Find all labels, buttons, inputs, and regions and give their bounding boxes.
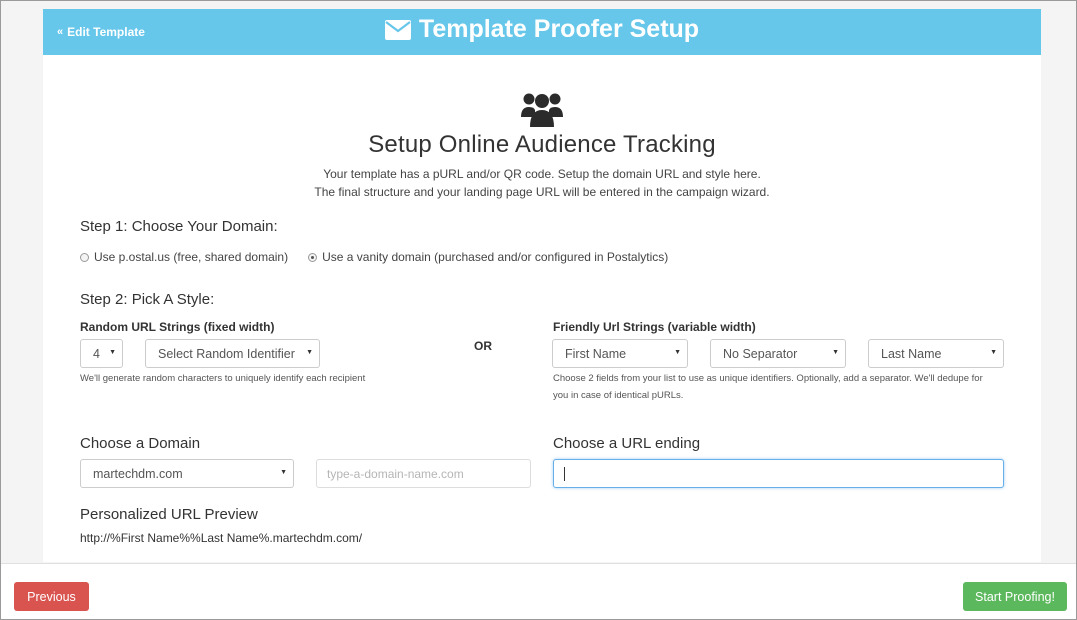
friendly-strings-label: Friendly Url Strings (variable width) (553, 320, 756, 334)
text-cursor (564, 466, 565, 481)
radio-vanity-dot[interactable] (308, 252, 318, 262)
previous-button[interactable]: Previous (14, 582, 89, 611)
setup-panel: « Edit Template Template Proofer Setup S… (43, 9, 1041, 562)
chevron-down-icon: ▼ (306, 349, 313, 356)
intro-line-2: The final structure and your landing pag… (314, 185, 770, 199)
chevron-down-icon: ▼ (674, 349, 681, 356)
choose-domain-title: Choose a Domain (80, 435, 201, 452)
friendly-field2-value: Last Name (881, 346, 942, 361)
radio-shared-domain[interactable]: Use p.ostal.us (free, shared domain) (80, 250, 288, 264)
page-title: Template Proofer Setup (43, 15, 1041, 44)
footer-bar: Previous Start Proofing! (1, 563, 1076, 619)
chevron-down-icon: ▼ (280, 469, 287, 476)
random-length-select[interactable]: 4 ▼ (80, 339, 123, 368)
friendly-strings-help: Choose 2 fields from your list to use as… (553, 370, 983, 404)
url-ending-input[interactable] (553, 459, 1004, 488)
url-preview-title: Personalized URL Preview (80, 506, 258, 523)
users-group-icon (521, 91, 563, 132)
domain-select[interactable]: martechdm.com ▼ (80, 459, 294, 488)
domain-type-radios: Use p.ostal.us (free, shared domain) Use… (80, 250, 668, 264)
step1-title: Step 1: Choose Your Domain: (80, 218, 278, 235)
custom-domain-input[interactable]: type-a-domain-name.com (316, 459, 531, 488)
separator-value: No Separator (723, 346, 798, 361)
url-preview-value: http://%First Name%%Last Name%.martechdm… (80, 531, 363, 545)
friendly-field1-select[interactable]: First Name ▼ (552, 339, 688, 368)
custom-domain-placeholder: type-a-domain-name.com (327, 466, 464, 481)
choose-url-ending-title: Choose a URL ending (553, 435, 701, 452)
start-proofing-button[interactable]: Start Proofing! (963, 582, 1067, 611)
page-title-text: Template Proofer Setup (418, 15, 700, 43)
random-identifier-value: Select Random Identifier (158, 346, 295, 361)
radio-shared-label: Use p.ostal.us (free, shared domain) (94, 250, 289, 264)
radio-vanity-domain[interactable]: Use a vanity domain (purchased and/or co… (308, 250, 668, 264)
chevron-down-icon: ▼ (832, 349, 839, 356)
envelope-icon (384, 19, 411, 40)
intro-line-1: Your template has a pURL and/or QR code.… (323, 167, 761, 181)
header-bar: « Edit Template Template Proofer Setup (43, 9, 1041, 55)
separator-select[interactable]: No Separator ▼ (710, 339, 846, 368)
random-strings-help: We'll generate random characters to uniq… (80, 373, 366, 384)
section-heading: Setup Online Audience Tracking (368, 131, 716, 158)
friendly-field2-select[interactable]: Last Name ▼ (868, 339, 1004, 368)
or-separator: OR (474, 339, 492, 353)
chevron-down-icon: ▼ (109, 349, 116, 356)
friendly-help-line-2: you in case of identical pURLs. (553, 390, 684, 401)
random-length-value: 4 (93, 346, 100, 361)
step2-title: Step 2: Pick A Style: (80, 291, 215, 308)
chevron-down-icon: ▼ (990, 349, 997, 356)
friendly-help-line-1: Choose 2 fields from your list to use as… (553, 373, 983, 384)
radio-shared-dot[interactable] (80, 252, 89, 262)
domain-select-value: martechdm.com (93, 466, 183, 481)
random-identifier-select[interactable]: Select Random Identifier ▼ (145, 339, 320, 368)
radio-vanity-label: Use a vanity domain (purchased and/or co… (322, 250, 669, 264)
friendly-field1-value: First Name (565, 346, 627, 361)
random-strings-label: Random URL Strings (fixed width) (80, 320, 275, 334)
app-frame: « Edit Template Template Proofer Setup S… (1, 1, 1076, 619)
intro-text: Your template has a pURL and/or QR code.… (43, 165, 1041, 201)
